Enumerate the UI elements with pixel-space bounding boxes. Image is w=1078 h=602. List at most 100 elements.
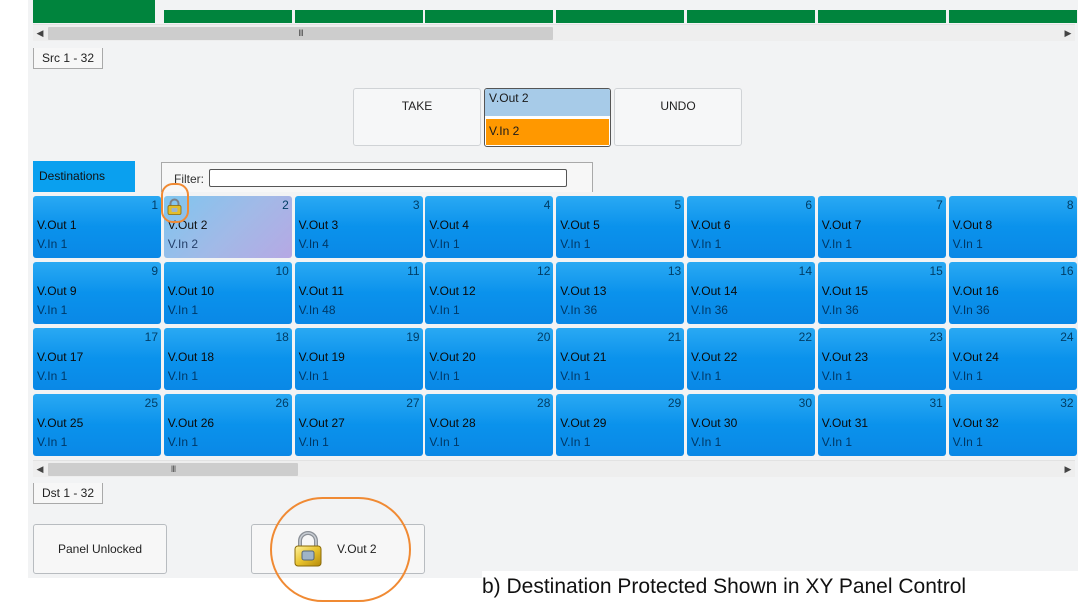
destination-number: 4 <box>543 198 551 212</box>
destination-button[interactable]: 21 V.Out 21 V.In 1 <box>556 328 685 390</box>
destination-button[interactable]: 1 V.Out 1 V.In 1 <box>33 196 161 258</box>
destination-name: V.Out 25 <box>37 416 84 430</box>
destination-number: 8 <box>1066 198 1074 212</box>
destination-button[interactable]: 27 V.Out 27 V.In 1 <box>294 394 423 456</box>
filter-input[interactable] <box>209 169 567 187</box>
destination-button[interactable]: 29 V.Out 29 V.In 1 <box>556 394 685 456</box>
destination-button[interactable]: 23 V.Out 23 V.In 1 <box>817 328 946 390</box>
preview-source: V.In 2 <box>486 119 609 145</box>
routed-source-name: V.In 1 <box>691 435 722 449</box>
source-scrollbar[interactable]: ◀ III ▶ <box>33 24 1075 41</box>
scroll-right-arrow-icon[interactable]: ▶ <box>1061 461 1075 477</box>
destination-name: V.Out 7 <box>821 218 862 232</box>
destination-button[interactable]: 6 V.Out 6 V.In 1 <box>687 196 815 258</box>
destination-button[interactable]: 19 V.Out 19 V.In 1 <box>294 328 423 390</box>
destination-name: V.Out 21 <box>560 350 607 364</box>
destination-number: 30 <box>798 396 812 410</box>
source-button[interactable] <box>948 10 1077 23</box>
destination-button[interactable]: 17 V.Out 17 V.In 1 <box>33 328 161 390</box>
scroll-left-arrow-icon[interactable]: ◀ <box>33 25 47 41</box>
destination-name: V.Out 27 <box>298 416 345 430</box>
source-range-tab[interactable]: Src 1 - 32 <box>33 48 104 69</box>
destination-button[interactable]: 8 V.Out 8 V.In 1 <box>948 196 1077 258</box>
source-button[interactable] <box>33 0 155 23</box>
source-button[interactable] <box>294 10 423 23</box>
source-button[interactable] <box>817 10 946 23</box>
destination-button[interactable]: 20 V.Out 20 V.In 1 <box>425 328 554 390</box>
filter-label: Filter: <box>174 172 204 186</box>
destination-button[interactable]: 2 V.Out 2 V.In 2 <box>163 196 292 258</box>
source-button[interactable] <box>556 10 685 23</box>
destination-name: V.Out 20 <box>429 350 476 364</box>
destination-button[interactable]: 25 V.Out 25 V.In 1 <box>33 394 161 456</box>
destination-name: V.Out 19 <box>298 350 345 364</box>
source-button[interactable] <box>425 10 554 23</box>
destination-number: 10 <box>275 264 289 278</box>
destination-button[interactable]: 31 V.Out 31 V.In 1 <box>817 394 946 456</box>
destination-button[interactable]: 13 V.Out 13 V.In 36 <box>556 262 685 324</box>
take-button[interactable]: TAKE <box>353 88 481 146</box>
destination-button[interactable]: 7 V.Out 7 V.In 1 <box>817 196 946 258</box>
source-button[interactable] <box>687 10 815 23</box>
destination-name: V.Out 23 <box>821 350 869 364</box>
destination-number: 9 <box>151 264 158 278</box>
destination-number: 13 <box>667 264 682 278</box>
routed-source-name: V.In 1 <box>821 435 853 449</box>
destination-name: V.Out 13 <box>560 284 607 298</box>
destination-button[interactable]: 3 V.Out 3 V.In 4 <box>294 196 423 258</box>
destination-range-tab[interactable]: Dst 1 - 32 <box>33 483 104 504</box>
source-button-row <box>33 0 1078 24</box>
routed-source-name: V.In 1 <box>821 237 853 251</box>
routed-source-name: V.In 1 <box>167 435 199 449</box>
destination-button[interactable]: 22 V.Out 22 V.In 1 <box>687 328 815 390</box>
destination-button[interactable]: 16 V.Out 16 V.In 36 <box>948 262 1077 324</box>
destination-button[interactable]: 15 V.Out 15 V.In 36 <box>817 262 946 324</box>
destination-button[interactable]: 26 V.Out 26 V.In 1 <box>163 394 292 456</box>
destination-name: V.Out 16 <box>952 284 999 298</box>
preview-destination: V.Out 2 <box>485 89 610 117</box>
destination-button[interactable]: 24 V.Out 24 V.In 1 <box>948 328 1077 390</box>
protect-destination-button[interactable]: V.Out 2 <box>251 524 425 574</box>
destination-number: 24 <box>1060 330 1074 344</box>
destination-button[interactable]: 12 V.Out 12 V.In 1 <box>425 262 554 324</box>
destination-name: V.Out 4 <box>429 218 469 232</box>
undo-button[interactable]: UNDO <box>614 88 742 146</box>
destination-button[interactable]: 4 V.Out 4 V.In 1 <box>425 196 554 258</box>
routed-source-name: V.In 1 <box>37 369 68 383</box>
destination-name: V.Out 31 <box>821 416 869 430</box>
destination-name: V.Out 1 <box>37 218 77 232</box>
routed-source-name: V.In 1 <box>167 369 199 383</box>
routed-source-name: V.In 1 <box>821 369 853 383</box>
destination-grid: 1 V.Out 1 V.In 1 2 V.Out 2 V.In 2 3 V.Out 3 V.In… <box>33 196 1078 458</box>
scroll-right-arrow-icon[interactable]: ▶ <box>1061 25 1075 41</box>
destination-name: V.Out 6 <box>691 218 731 232</box>
destination-button[interactable]: 10 V.Out 10 V.In 1 <box>163 262 292 324</box>
destination-number: 20 <box>537 330 551 344</box>
destination-button[interactable]: 32 V.Out 32 V.In 1 <box>948 394 1077 456</box>
scroll-left-arrow-icon[interactable]: ◀ <box>33 461 47 477</box>
destinations-tab[interactable]: Destinations <box>33 161 135 192</box>
destination-name: V.Out 2 <box>167 218 208 232</box>
padlock-icon <box>167 198 182 215</box>
source-scroll-thumb[interactable]: III <box>48 27 553 40</box>
destination-button[interactable]: 18 V.Out 18 V.In 1 <box>163 328 292 390</box>
destination-number: 22 <box>798 330 812 344</box>
routed-source-name: V.In 36 <box>691 303 728 317</box>
source-button[interactable] <box>163 10 292 23</box>
destination-name: V.Out 9 <box>37 284 77 298</box>
routed-source-name: V.In 1 <box>298 435 329 449</box>
destination-scrollbar[interactable]: ◀ III ▶ <box>33 460 1075 477</box>
destination-scroll-thumb[interactable]: III <box>48 463 298 476</box>
destination-number: 27 <box>406 396 420 410</box>
destination-button[interactable]: 30 V.Out 30 V.In 1 <box>687 394 815 456</box>
destination-button[interactable]: 5 V.Out 5 V.In 1 <box>556 196 685 258</box>
destination-name: V.Out 15 <box>821 284 869 298</box>
destination-number: 29 <box>667 396 682 410</box>
destination-number: 16 <box>1060 264 1074 278</box>
destination-button[interactable]: 11 V.Out 11 V.In 48 <box>294 262 423 324</box>
panel-lock-button[interactable]: Panel Unlocked <box>33 524 167 574</box>
destination-button[interactable]: 14 V.Out 14 V.In 36 <box>687 262 815 324</box>
destination-button[interactable]: 9 V.Out 9 V.In 1 <box>33 262 161 324</box>
destination-button[interactable]: 28 V.Out 28 V.In 1 <box>425 394 554 456</box>
destination-number: 11 <box>407 264 420 278</box>
